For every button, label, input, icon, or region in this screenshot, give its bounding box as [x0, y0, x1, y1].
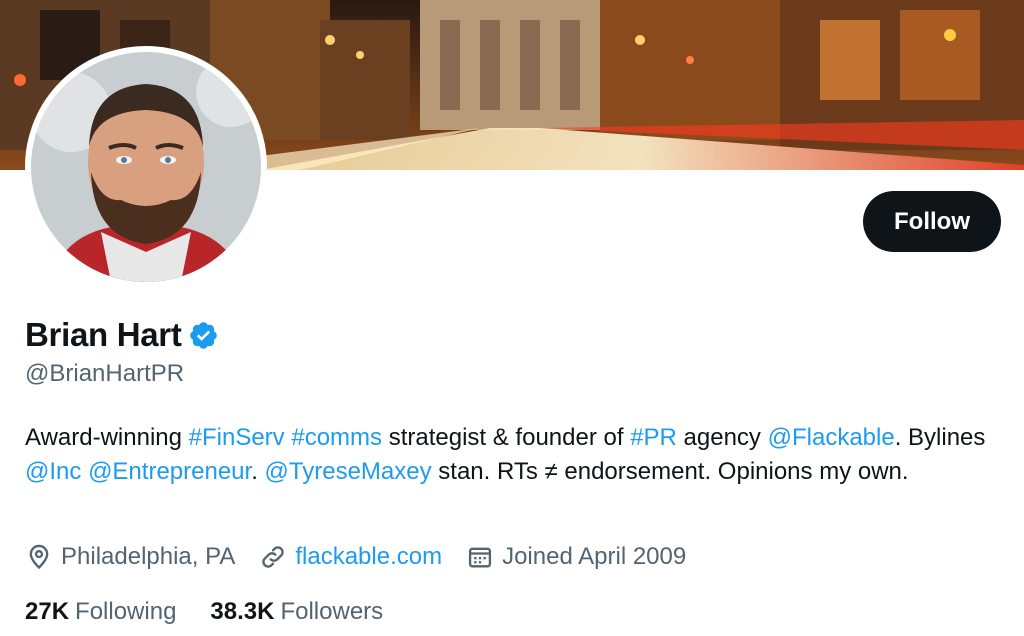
profile-handle: @BrianHartPR — [25, 360, 185, 387]
hashtag-comms-link[interactable]: #comms — [291, 424, 382, 451]
calendar-icon — [468, 547, 492, 568]
hashtag-finserv-link[interactable]: #FinServ — [189, 424, 285, 451]
profile-meta: Philadelphia, PA flackable.com Joined Ap… — [25, 543, 710, 571]
location-pin-icon — [29, 544, 49, 570]
link-icon — [262, 546, 285, 568]
hashtag-pr-link[interactable]: #PR — [630, 424, 677, 451]
followers-label: Followers — [280, 598, 384, 625]
joined-item: Joined April 2009 — [466, 543, 686, 571]
bio-text: stan. RTs ≠ endorsement. Opinions my own… — [431, 458, 909, 485]
bio-text: Award-winning — [25, 424, 189, 451]
profile-bio: Award-winning #FinServ #comms strategist… — [25, 421, 1000, 489]
website-link[interactable]: flackable.com — [295, 543, 442, 571]
profile-stats: 27K Following 38.3K Followers — [25, 598, 417, 626]
website-item: flackable.com — [259, 543, 442, 571]
following-link[interactable]: 27K Following — [25, 598, 176, 626]
display-name: Brian Hart — [25, 316, 182, 353]
bio-text: strategist & founder of — [382, 424, 631, 451]
joined-text: Joined April 2009 — [502, 543, 687, 570]
mention-entrepreneur-link[interactable]: @Entrepreneur — [88, 458, 251, 485]
verified-badge-icon[interactable] — [188, 320, 219, 351]
mention-tyresemaxey-link[interactable]: @TyreseMaxey — [265, 458, 432, 485]
followers-count: 38.3K — [210, 598, 275, 625]
profile-avatar[interactable] — [25, 46, 267, 288]
profile-name-row: Brian Hart — [25, 316, 219, 354]
location-item: Philadelphia, PA — [25, 543, 235, 571]
bio-text: . Bylines — [894, 424, 986, 451]
following-label: Following — [75, 598, 177, 625]
mention-flackable-link[interactable]: @Flackable — [768, 424, 895, 451]
following-count: 27K — [25, 598, 70, 625]
bio-text: agency — [676, 424, 768, 451]
mention-inc-link[interactable]: @Inc — [25, 458, 81, 485]
follow-button[interactable]: Follow — [863, 191, 1001, 252]
followers-link[interactable]: 38.3K Followers — [210, 598, 383, 626]
bio-text: . — [251, 458, 265, 485]
location-text: Philadelphia, PA — [61, 543, 236, 570]
